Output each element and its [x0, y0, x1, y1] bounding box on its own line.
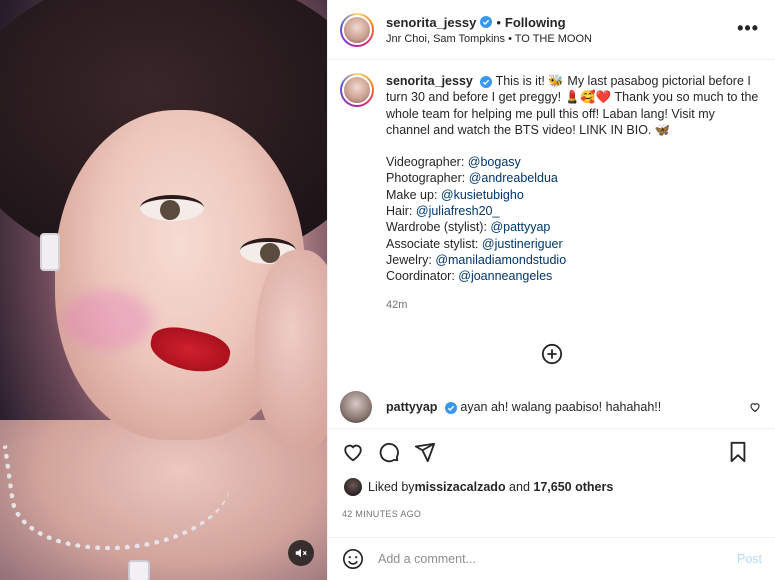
muted-audio-icon	[295, 548, 307, 558]
credit-line: Wardrobe (stylist): @pattyyap	[386, 220, 551, 235]
caption-line-4: channel and watch the BTS video! LINK IN…	[386, 122, 671, 137]
verified-badge-icon	[480, 16, 493, 28]
credit-handle[interactable]: @juliafresh20_	[416, 204, 500, 218]
necklace-pendant	[128, 560, 150, 580]
add-circle-icon[interactable]	[541, 343, 563, 365]
credit-handle[interactable]: @pattyyap	[490, 220, 550, 234]
likes-summary: Liked by missizacalzado and 17,650 other…	[328, 475, 775, 499]
left-eye	[140, 195, 204, 221]
author-avatar[interactable]	[340, 12, 374, 47]
credit-line: Hair: @juliafresh20_	[386, 204, 500, 219]
credit-line: Jewelry: @maniladiamondstudio	[386, 252, 567, 267]
credit-handle[interactable]: @justineriguer	[482, 237, 563, 251]
post-media[interactable]	[0, 0, 327, 580]
share-icon[interactable]	[414, 441, 436, 463]
verified-badge-icon	[444, 401, 457, 414]
author-username[interactable]: senorita_jessy	[386, 15, 476, 30]
comment-text: ayan ah! walang paabiso! hahahah!!	[460, 400, 662, 414]
separator-dot: •	[496, 14, 501, 30]
bookmark-icon[interactable]	[728, 441, 748, 463]
credit-line: Make up: @kusietubigho	[386, 187, 524, 202]
audio-link[interactable]: Jnr Choi, Sam Tompkins • TO THE MOON	[386, 33, 592, 45]
heart-icon[interactable]	[342, 441, 364, 463]
caption: senorita_jessy This is it! 🐝 My last pas…	[328, 61, 775, 313]
earring	[40, 233, 60, 271]
add-comment-bar: Add a comment... Post	[328, 537, 775, 580]
caption-line-3: whole team for helping me pull this off!…	[386, 106, 715, 121]
credit-line: Associate stylist: @justineriguer	[386, 236, 563, 251]
likes-middle: and	[505, 480, 534, 494]
hand	[255, 250, 327, 450]
verified-badge-icon	[480, 75, 493, 88]
caption-text: senorita_jessy This is it! 🐝 My last pas…	[386, 73, 764, 313]
post-header: senorita_jessy • Following Jnr Choi, Sam…	[328, 0, 775, 60]
comment-input[interactable]: Add a comment...	[378, 552, 737, 566]
post-timestamp: 42 MINUTES AGO	[342, 509, 422, 519]
comment-item: pattyyap ayan ah! walang paabiso! hahaha…	[340, 391, 765, 423]
post-panel: senorita_jessy • Following Jnr Choi, Sam…	[327, 0, 775, 580]
caption-username[interactable]: senorita_jessy	[386, 74, 473, 88]
credit-line: Coordinator: @joanneangeles	[386, 269, 553, 284]
likes-count[interactable]: 17,650 others	[533, 480, 613, 494]
caption-line-1: This is it! 🐝 My last pasabog pictorial …	[495, 74, 751, 88]
credit-handle[interactable]: @maniladiamondstudio	[435, 253, 566, 267]
credit-handle[interactable]: @bogasy	[468, 155, 521, 169]
credit-handle[interactable]: @kusietubigho	[441, 188, 524, 202]
more-options-icon[interactable]: •••	[737, 18, 759, 39]
muted-audio-button[interactable]	[288, 540, 314, 566]
like-comment-heart-icon[interactable]	[749, 401, 761, 413]
post-comment-button[interactable]: Post	[737, 552, 762, 566]
post-actions: Liked by missizacalzado and 17,650 other…	[328, 428, 775, 519]
credit-line: Photographer: @andreabeldua	[386, 171, 558, 186]
credit-handle[interactable]: @andreabeldua	[469, 171, 558, 185]
commenter-avatar[interactable]	[340, 391, 372, 423]
comment-icon[interactable]	[378, 441, 400, 463]
caption-time: 42m	[386, 298, 408, 311]
emoji-icon[interactable]	[342, 548, 364, 570]
commenter-username[interactable]: pattyyap	[386, 400, 437, 414]
following-button[interactable]: Following	[505, 15, 566, 30]
liker-username[interactable]: missizacalzado	[415, 480, 506, 494]
credit-handle[interactable]: @joanneangeles	[458, 269, 552, 283]
caption-line-2: turn 30 and before I get preggy! 💄🥰❤️ Th…	[386, 90, 759, 105]
credit-line: Videographer: @bogasy	[386, 155, 521, 170]
comments-section: senorita_jessy This is it! 🐝 My last pas…	[328, 61, 775, 426]
likes-prefix: Liked by	[368, 480, 415, 494]
liker-avatar[interactable]	[344, 478, 362, 496]
blush	[62, 290, 152, 350]
action-icons	[328, 429, 775, 475]
caption-avatar[interactable]	[340, 73, 374, 107]
